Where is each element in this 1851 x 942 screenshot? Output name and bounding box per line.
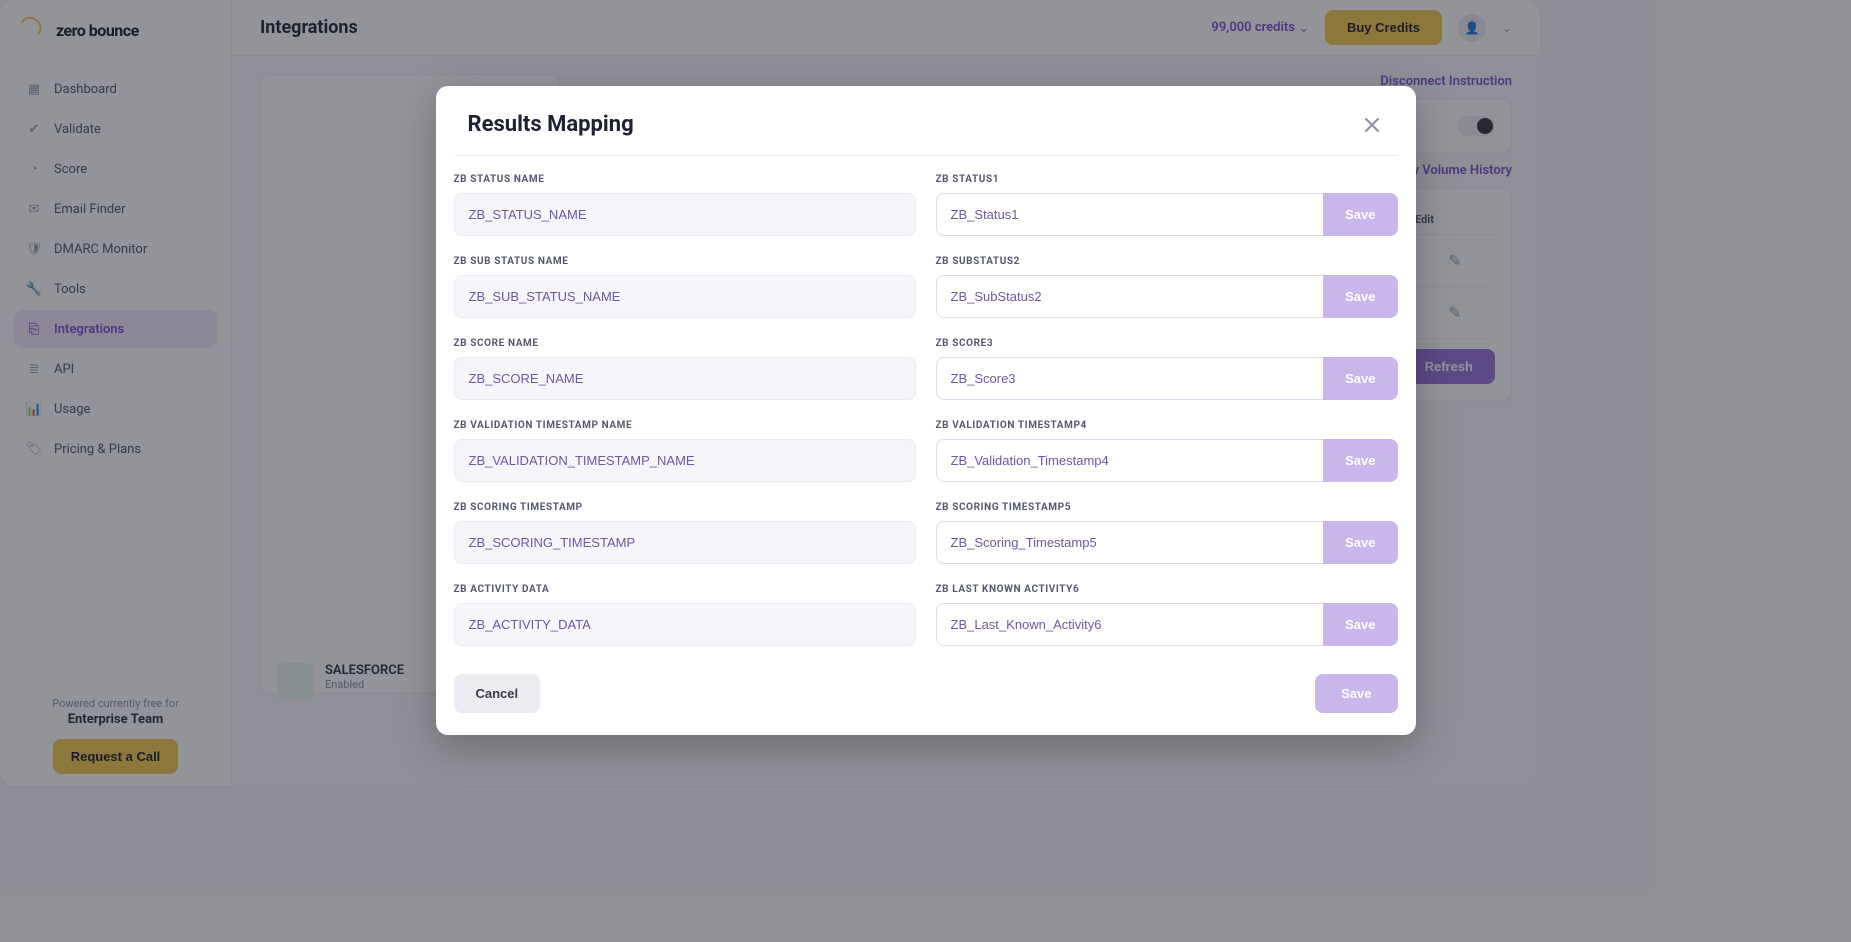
source-field-input: [454, 357, 916, 400]
target-field-input[interactable]: [936, 357, 1324, 400]
field-label: ZB VALIDATION TIMESTAMP4: [936, 420, 1398, 431]
source-field-input: [454, 275, 916, 318]
row-save-button[interactable]: Save: [1323, 357, 1397, 400]
field-label: ZB SCORING TIMESTAMP: [454, 502, 916, 513]
target-field-input[interactable]: [936, 603, 1324, 646]
row-save-button[interactable]: Save: [1323, 439, 1397, 482]
field-label: ZB STATUS1: [936, 174, 1398, 185]
field-label: ZB SCORE3: [936, 338, 1398, 349]
modal-title: Results Mapping: [468, 112, 634, 137]
field-label: ZB VALIDATION TIMESTAMP NAME: [454, 420, 916, 431]
close-icon[interactable]: [1360, 113, 1384, 137]
row-save-button[interactable]: Save: [1323, 521, 1397, 564]
field-label: ZB STATUS NAME: [454, 174, 916, 185]
modal-overlay[interactable]: Results Mapping ZB STATUS NAME ZB STATUS1…: [0, 0, 1851, 942]
field-label: ZB SCORE NAME: [454, 338, 916, 349]
source-field-input: [454, 603, 916, 646]
results-mapping-modal: Results Mapping ZB STATUS NAME ZB STATUS1…: [436, 86, 1416, 735]
row-save-button[interactable]: Save: [1323, 275, 1397, 318]
target-field-input[interactable]: [936, 193, 1324, 236]
cancel-button[interactable]: Cancel: [454, 674, 541, 713]
target-field-input[interactable]: [936, 275, 1324, 318]
target-field-input[interactable]: [936, 439, 1324, 482]
field-label: ZB SUB STATUS NAME: [454, 256, 916, 267]
source-field-input: [454, 439, 916, 482]
source-field-input: [454, 193, 916, 236]
row-save-button[interactable]: Save: [1323, 193, 1397, 236]
field-label: ZB SCORING TIMESTAMP5: [936, 502, 1398, 513]
field-label: ZB SUBSTATUS2: [936, 256, 1398, 267]
source-field-input: [454, 521, 916, 564]
field-label: ZB ACTIVITY DATA: [454, 584, 916, 595]
row-save-button[interactable]: Save: [1323, 603, 1397, 646]
save-button[interactable]: Save: [1315, 674, 1397, 713]
target-field-input[interactable]: [936, 521, 1324, 564]
field-label: ZB LAST KNOWN ACTIVITY6: [936, 584, 1398, 595]
